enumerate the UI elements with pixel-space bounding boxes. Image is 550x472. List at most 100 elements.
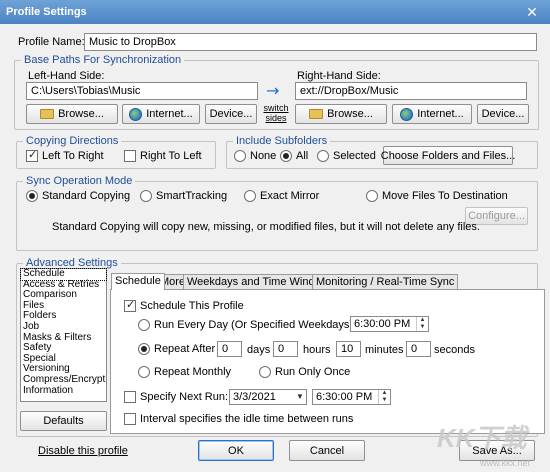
hours-label: hours [303, 344, 331, 356]
left-internet-label: Internet... [146, 108, 193, 120]
base-paths-legend: Base Paths For Synchronization [24, 54, 182, 66]
sync-mode-legend: Sync Operation Mode [26, 175, 133, 187]
run-only-once-radio[interactable]: Run Only Once [259, 366, 350, 378]
repeat-after-label: Repeat After [154, 343, 216, 355]
next-run-date-value: 3/3/2021 [233, 391, 276, 403]
right-device-label: Device... [481, 108, 525, 120]
left-browse-label: Browse... [58, 108, 104, 120]
repeat-days-input[interactable]: 0 [217, 341, 242, 357]
run-every-day-time-value: 6:30:00 PM [354, 318, 411, 330]
repeat-seconds-input[interactable]: 0 [406, 341, 431, 357]
switch-line1: switch [263, 103, 289, 113]
ok-button[interactable]: OK [198, 440, 274, 461]
standard-copying-radio[interactable]: Standard Copying [26, 190, 130, 202]
checkbox-checked-icon [124, 298, 136, 312]
folder-icon [309, 109, 324, 119]
category-item[interactable]: Schedule [20, 268, 107, 281]
folder-icon [40, 109, 55, 119]
switch-line2: sides [265, 113, 287, 123]
radio-icon [234, 150, 246, 162]
radio-icon [366, 190, 378, 202]
category-item[interactable]: Information [21, 385, 106, 397]
left-to-right-checkbox[interactable]: Left To Right [26, 148, 104, 162]
include-subfolders-legend: Include Subfolders [236, 135, 328, 147]
disable-profile-link[interactable]: Disable this profile [38, 445, 128, 457]
cancel-label: Cancel [309, 444, 345, 457]
next-run-time-value: 6:30:00 PM [316, 391, 373, 403]
profile-name-label: Profile Name: [18, 36, 85, 48]
profile-name-input[interactable]: Music to DropBox [84, 33, 537, 51]
defaults-button[interactable]: Defaults [20, 411, 107, 431]
sync-mode-group: Sync Operation Mode [16, 175, 538, 251]
subfolders-none-label: None [250, 150, 277, 162]
checkbox-checked-icon [26, 148, 38, 162]
switch-sides-link[interactable]: switch sides [263, 103, 289, 123]
repeat-hours-input[interactable]: 0 [273, 341, 298, 357]
spin-arrows-icon[interactable]: ▲ ▼ [416, 317, 428, 331]
left-device-button[interactable]: Device... [205, 104, 257, 124]
subfolders-none-radio[interactable]: None [234, 150, 276, 162]
move-files-radio[interactable]: Move Files To Destination [366, 190, 508, 202]
cancel-button[interactable]: Cancel [289, 440, 365, 461]
run-every-day-label: Run Every Day (Or Specified Weekdays) At [154, 319, 366, 331]
left-path-input[interactable]: C:\Users\Tobias\Music [26, 82, 258, 100]
move-files-label: Move Files To Destination [382, 190, 508, 202]
interval-idle-label: Interval specifies the idle time between… [140, 413, 354, 425]
repeat-after-radio[interactable]: Repeat After [138, 343, 215, 355]
minutes-label: minutes [365, 344, 404, 356]
days-label: days [247, 344, 271, 356]
smart-tracking-label: SmartTracking [156, 190, 228, 202]
tab-schedule[interactable]: Schedule [111, 273, 165, 290]
right-path-input[interactable]: ext://DropBox/Music [295, 82, 527, 100]
ok-label: OK [228, 444, 244, 457]
radio-icon [317, 150, 329, 162]
left-hand-label: Left-Hand Side: [28, 70, 105, 82]
choose-folders-button[interactable]: Choose Folders and Files... [380, 146, 516, 165]
radio-selected-icon [138, 343, 150, 355]
repeat-minutes-input[interactable]: 10 [336, 341, 361, 357]
interval-idle-checkbox[interactable]: Interval specifies the idle time between… [124, 413, 353, 425]
schedule-profile-checkbox[interactable]: Schedule This Profile [124, 298, 244, 312]
radio-icon [140, 190, 152, 202]
exact-mirror-label: Exact Mirror [260, 190, 320, 202]
next-run-date-picker[interactable]: 3/3/2021 ▼ [229, 389, 307, 405]
close-icon[interactable]: ✕ [520, 3, 544, 21]
next-run-time-input[interactable]: 6:30:00 PM ▲ ▼ [312, 389, 391, 405]
watermark-logo: KK下载 [437, 423, 527, 453]
choose-folders-label: Choose Folders and Files... [380, 149, 516, 162]
smart-tracking-radio[interactable]: SmartTracking [140, 190, 227, 202]
repeat-monthly-radio[interactable]: Repeat Monthly [138, 366, 231, 378]
seconds-label: seconds [434, 344, 475, 356]
schedule-profile-label: Schedule This Profile [140, 300, 244, 312]
subfolders-all-radio[interactable]: All [280, 150, 308, 162]
arrow-right-icon: → [266, 81, 280, 100]
category-item[interactable]: Compress/Encrypt [21, 374, 106, 386]
radio-icon [138, 319, 150, 331]
category-list[interactable]: Schedule Access & Retries Comparison Fil… [20, 268, 107, 402]
left-device-label: Device... [209, 108, 253, 120]
spin-arrows-icon[interactable]: ▲ ▼ [378, 390, 390, 404]
specify-next-run-label: Specify Next Run: [140, 391, 229, 403]
chevron-down-icon[interactable]: ▼ [294, 390, 306, 404]
subfolders-all-label: All [296, 150, 309, 162]
globe-icon [129, 107, 143, 121]
left-internet-button[interactable]: Internet... [122, 104, 200, 124]
right-device-button[interactable]: Device... [477, 104, 529, 124]
window-title: Profile Settings [0, 0, 550, 24]
right-to-left-checkbox[interactable]: Right To Left [124, 150, 202, 162]
subfolders-selected-label: Selected [333, 150, 376, 162]
run-every-day-radio[interactable]: Run Every Day (Or Specified Weekdays) At [138, 319, 366, 331]
subfolders-selected-radio[interactable]: Selected [317, 150, 376, 162]
checkbox-icon [124, 391, 136, 403]
right-internet-button[interactable]: Internet... [392, 104, 472, 124]
tab-weekdays[interactable]: Weekdays and Time Window [183, 274, 333, 290]
tab-monitoring[interactable]: Monitoring / Real-Time Sync [312, 274, 459, 290]
left-browse-button[interactable]: Browse... [26, 104, 118, 124]
right-browse-button[interactable]: Browse... [295, 104, 387, 124]
run-every-day-time-input[interactable]: 6:30:00 PM ▲ ▼ [350, 316, 429, 332]
specify-next-run-checkbox[interactable]: Specify Next Run: [124, 391, 228, 403]
run-only-once-label: Run Only Once [275, 366, 351, 378]
category-item[interactable]: Job [21, 321, 106, 333]
sync-mode-description: Standard Copying will copy new, missing,… [52, 221, 480, 233]
exact-mirror-radio[interactable]: Exact Mirror [244, 190, 319, 202]
